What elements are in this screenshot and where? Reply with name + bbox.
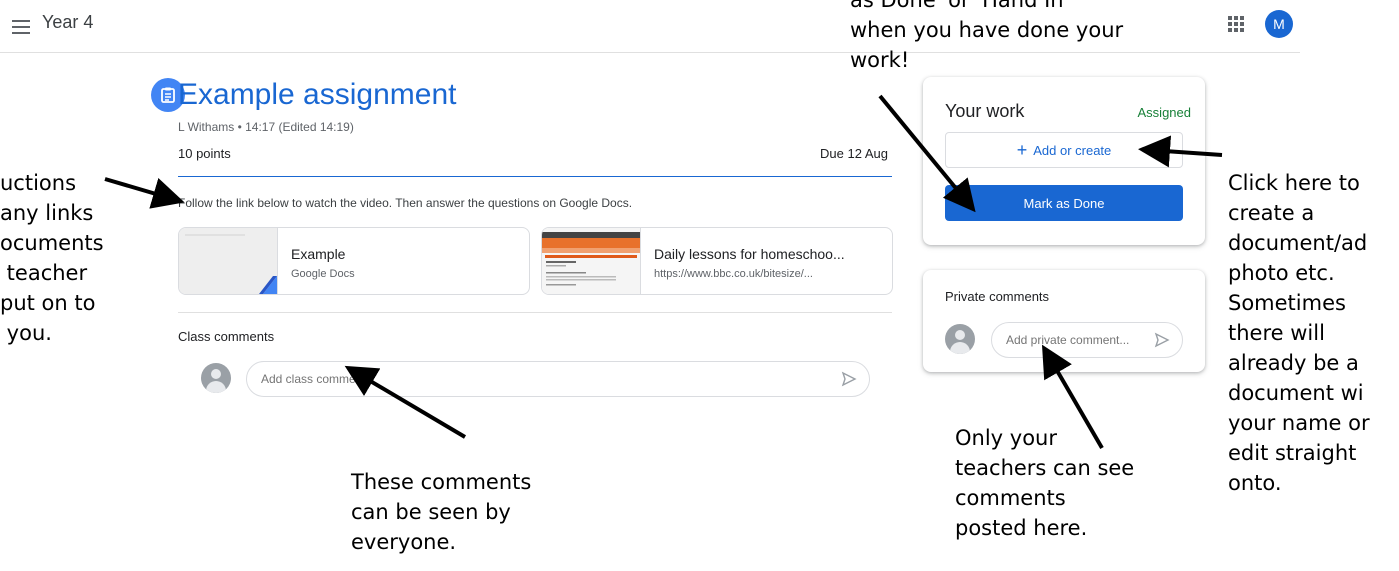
assignment-title: Example assignment xyxy=(178,78,457,111)
mark-as-done-button[interactable]: Mark as Done xyxy=(945,185,1183,221)
user-avatar-icon xyxy=(945,324,975,354)
attachment-card-doc[interactable]: Example Google Docs xyxy=(178,227,530,295)
attachment-title: Example xyxy=(291,246,346,262)
arrow-to-instructions xyxy=(104,177,185,209)
attachment-card-link[interactable]: Daily lessons for homeschoo... https://w… xyxy=(541,227,893,295)
annotation-class-comments: These comments can be seen by everyone. xyxy=(351,470,532,554)
hamburger-menu-icon[interactable] xyxy=(12,20,30,34)
add-or-create-button[interactable]: + Add or create xyxy=(945,132,1183,168)
add-or-create-label: Add or create xyxy=(1033,142,1112,158)
account-avatar[interactable]: M xyxy=(1265,10,1293,38)
your-work-title: Your work xyxy=(945,101,1025,121)
apps-grid-icon[interactable] xyxy=(1228,16,1244,32)
doc-thumbnail xyxy=(179,228,278,294)
annotation-private-comments: Only your teachers can see comments post… xyxy=(955,426,1135,540)
header-divider xyxy=(178,176,892,177)
send-icon[interactable] xyxy=(1154,332,1170,348)
webpage-thumbnail xyxy=(542,228,641,294)
your-work-card: Your work Assigned + Add or create Mark … xyxy=(923,77,1205,245)
send-icon[interactable] xyxy=(841,371,857,387)
comments-divider xyxy=(178,312,892,313)
assignment-meta: L Withams • 14:17 (Edited 14:19) xyxy=(178,120,354,134)
private-comments-card: Private comments xyxy=(923,270,1205,372)
plus-icon: + xyxy=(1016,139,1028,160)
annotation-instructions: uctions any links ocuments teacher put o… xyxy=(0,171,104,345)
class-comment-box[interactable] xyxy=(246,361,870,397)
attachment-subtitle: Google Docs xyxy=(291,268,355,280)
private-comment-input[interactable] xyxy=(1006,333,1151,347)
class-name[interactable]: Year 4 xyxy=(42,12,93,33)
status-badge: Assigned xyxy=(1137,105,1191,120)
attachment-title: Daily lessons for homeschoo... xyxy=(654,246,845,262)
due-date: Due 12 Aug xyxy=(820,146,888,161)
private-comments-label: Private comments xyxy=(945,289,1050,304)
class-comments-label: Class comments xyxy=(178,329,275,344)
annotation-add-create: Click here to create a document/ad photo… xyxy=(1228,171,1370,495)
annotation-mark-done: as Done' or 'Hand In' when you have done… xyxy=(850,0,1124,72)
assignment-instructions: Follow the link below to watch the video… xyxy=(178,196,633,210)
points-label: 10 points xyxy=(178,146,231,161)
user-avatar-icon xyxy=(201,363,231,393)
attachment-subtitle: https://www.bbc.co.uk/bitesize/... xyxy=(654,268,813,280)
class-comment-input[interactable] xyxy=(261,372,790,386)
private-comment-box[interactable] xyxy=(991,322,1183,358)
